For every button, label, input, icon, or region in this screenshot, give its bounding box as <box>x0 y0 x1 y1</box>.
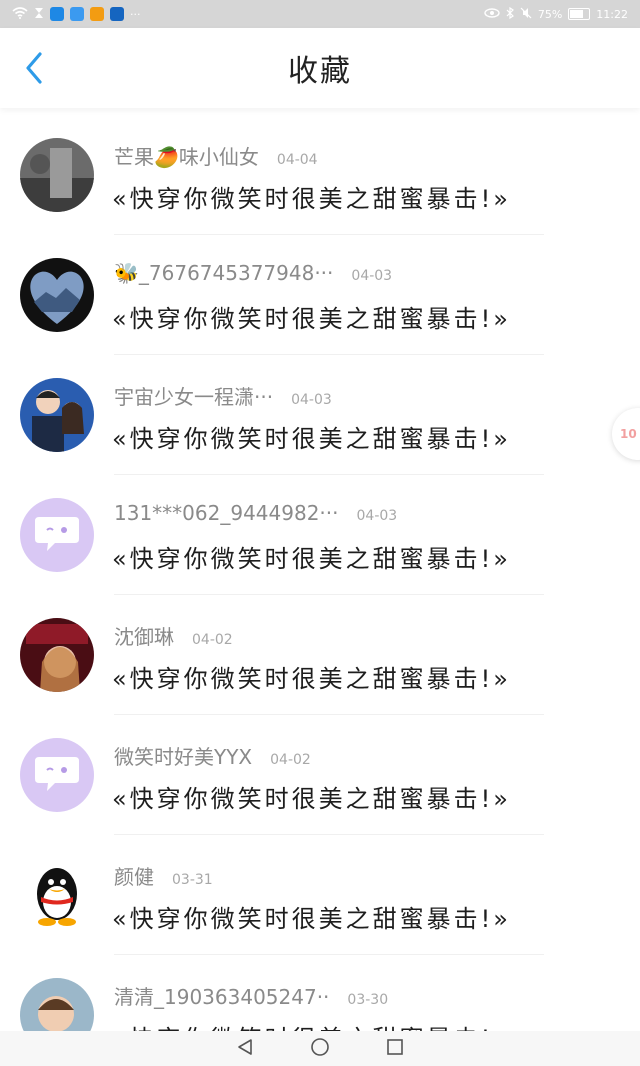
list-item[interactable]: 宇宙少女一程潇··· 04-03 «快穿你微笑时很美之甜蜜暴击!» <box>0 355 640 475</box>
user-name[interactable]: 131***062_9444982··· <box>114 501 339 525</box>
avatar[interactable] <box>20 618 94 692</box>
status-left: ··· <box>12 6 141 22</box>
item-meta: 131***062_9444982··· 04-03 <box>114 501 397 525</box>
chat-bubble-icon <box>35 517 79 551</box>
item-meta: 颜健 03-31 <box>114 861 213 890</box>
list-item[interactable]: 颜健 03-31 «快穿你微笑时很美之甜蜜暴击!» <box>0 835 640 955</box>
penguin-icon <box>37 868 77 926</box>
item-date: 04-04 <box>276 152 318 168</box>
item-message[interactable]: «快穿你微笑时很美之甜蜜暴击!» <box>112 779 511 814</box>
chevron-left-icon <box>26 52 42 84</box>
list-item[interactable]: 芒果🥭味小仙女 04-04 «快穿你微笑时很美之甜蜜暴击!» <box>0 115 640 235</box>
back-button[interactable] <box>18 48 50 88</box>
item-date: 04-02 <box>270 752 311 768</box>
list-item[interactable]: 清清_190363405247·· 03-30 «快穿你微笑时很美之甜蜜暴击!» <box>0 955 640 1035</box>
recent-square-icon[interactable] <box>386 1038 404 1060</box>
item-message[interactable]: «快穿你微笑时很美之甜蜜暴击!» <box>112 419 511 454</box>
battery-icon <box>568 8 591 20</box>
item-message[interactable]: «快穿你微笑时很美之甜蜜暴击!» <box>112 539 511 574</box>
item-meta: 🐝_7676745377948··· 04-03 <box>114 261 392 285</box>
list-item[interactable]: 131***062_9444982··· 04-03 «快穿你微笑时很美之甜蜜暴… <box>0 475 640 595</box>
favorites-list: 芒果🥭味小仙女 04-04 «快穿你微笑时很美之甜蜜暴击!» 🐝_7676745… <box>0 115 640 1035</box>
item-date: 04-02 <box>192 632 233 648</box>
user-name[interactable]: 🐝_7676745377948··· <box>114 261 333 285</box>
chat-bubble-icon <box>35 757 79 791</box>
search-app-icon <box>50 7 64 21</box>
user-name[interactable]: 宇宙少女一程潇··· <box>114 381 273 410</box>
status-right: 75% 11:22 <box>484 6 628 22</box>
item-message[interactable]: «快穿你微笑时很美之甜蜜暴击!» <box>112 299 511 334</box>
wechat-app-icon <box>70 7 84 21</box>
item-date: 04-03 <box>351 268 393 284</box>
item-message[interactable]: «快穿你微笑时很美之甜蜜暴击!» <box>112 899 511 934</box>
wifi-icon <box>12 6 28 22</box>
header: 收藏 <box>0 28 640 108</box>
blue-app-icon <box>110 7 124 21</box>
avatar[interactable] <box>20 498 94 572</box>
user-name[interactable]: 沈御琳 <box>114 621 174 650</box>
clock: 11:22 <box>596 7 628 21</box>
system-nav-bar <box>0 1031 640 1066</box>
battery-percent: 75% <box>537 7 563 21</box>
avatar[interactable] <box>20 138 94 212</box>
page-title: 收藏 <box>288 54 352 89</box>
orange-app-icon <box>90 7 104 21</box>
user-name[interactable]: 颜健 <box>114 861 154 890</box>
hourglass-icon <box>34 7 44 22</box>
item-date: 03-30 <box>347 992 389 1008</box>
item-date: 04-03 <box>356 508 398 524</box>
eye-icon <box>484 7 500 21</box>
avatar[interactable] <box>20 738 94 812</box>
item-meta: 微笑时好美YYX 04-02 <box>114 741 311 770</box>
more-notifications: ··· <box>130 7 141 21</box>
item-date: 04-03 <box>291 392 332 408</box>
back-triangle-icon[interactable] <box>236 1038 254 1060</box>
mute-icon <box>520 7 532 22</box>
status-bar: ··· 75% 11:22 <box>0 0 640 28</box>
item-meta: 芒果🥭味小仙女 04-04 <box>114 141 318 170</box>
item-meta: 沈御琳 04-02 <box>114 621 233 650</box>
item-meta: 清清_190363405247·· 03-30 <box>114 981 388 1010</box>
user-name[interactable]: 清清_190363405247·· <box>114 981 329 1010</box>
avatar[interactable] <box>20 978 94 1035</box>
user-name[interactable]: 微笑时好美YYX <box>114 741 252 770</box>
bluetooth-icon <box>506 6 514 22</box>
list-item[interactable]: 🐝_7676745377948··· 04-03 «快穿你微笑时很美之甜蜜暴击!… <box>0 235 640 355</box>
avatar[interactable] <box>20 858 94 932</box>
item-message[interactable]: «快穿你微笑时很美之甜蜜暴击!» <box>112 179 511 214</box>
item-date: 03-31 <box>172 872 213 888</box>
list-item[interactable]: 沈御琳 04-02 «快穿你微笑时很美之甜蜜暴击!» <box>0 595 640 715</box>
floating-badge-label: 10 <box>620 427 637 441</box>
list-item[interactable]: 微笑时好美YYX 04-02 «快穿你微笑时很美之甜蜜暴击!» <box>0 715 640 835</box>
user-name[interactable]: 芒果🥭味小仙女 <box>114 141 259 170</box>
item-message[interactable]: «快穿你微笑时很美之甜蜜暴击!» <box>112 659 511 694</box>
avatar[interactable] <box>20 258 94 332</box>
item-meta: 宇宙少女一程潇··· 04-03 <box>114 381 332 410</box>
home-circle-icon[interactable] <box>310 1037 330 1061</box>
avatar[interactable] <box>20 378 94 452</box>
